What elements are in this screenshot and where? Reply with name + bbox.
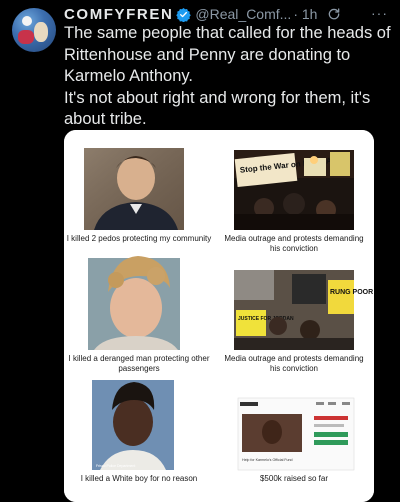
meme-caption: I killed a deranged man protecting other… [68, 354, 210, 373]
meme-caption: I killed 2 pedos protecting my community [66, 234, 212, 243]
tweet-image[interactable]: Stop the War on Black Ame RUNG POOR JUST… [64, 130, 374, 502]
meme-caption: Media outrage and protests demanding his… [224, 354, 364, 373]
photo-protest-1: Stop the War on Black Ame [234, 150, 354, 230]
meme-caption: $500k raised so far [259, 474, 329, 483]
photo-protest-2: RUNG POOR JUSTICE FOR JORDAN [234, 270, 373, 350]
tweet-text: The same people that called for the head… [64, 23, 396, 131]
tweet-line-1: The same people that called for the head… [64, 24, 391, 85]
tweet-line-2: It's not about right and wrong for them,… [64, 88, 371, 129]
meme-caption: Media outrage and protests demanding his… [224, 234, 364, 253]
photo-mugshot: Frisco Police Department [92, 380, 174, 470]
mugshot-tag: Frisco Police Department [96, 464, 135, 468]
avatar-detail [18, 30, 34, 44]
fundraiser-title: Help for Karmelo's Official Fund [242, 458, 293, 462]
meme-caption: I killed a White boy for no reason [80, 474, 198, 483]
photo-rittenhouse [84, 148, 184, 230]
display-name[interactable]: COMFYFREN [64, 6, 173, 23]
author-avatar[interactable] [12, 8, 56, 52]
avatar-detail [34, 22, 48, 42]
more-options-icon[interactable]: ··· [371, 5, 388, 21]
meme-image: Stop the War on Black Ame RUNG POOR JUST… [64, 130, 374, 502]
tweet-header: COMFYFREN @Real_Comf... · 1h ··· [64, 5, 394, 23]
verified-badge-icon [176, 7, 192, 22]
avatar-detail [22, 16, 32, 26]
tweet-time[interactable]: · 1h [293, 6, 317, 22]
photo-fundraiser: Help for Karmelo's Official Fund [237, 397, 355, 471]
photo-penny [88, 256, 180, 350]
author-handle[interactable]: @Real_Comf... [195, 6, 291, 22]
sign-text: JUSTICE FOR JORDAN [238, 316, 294, 322]
sign-text: RUNG POOR [330, 289, 373, 296]
grok-icon[interactable] [327, 7, 341, 21]
